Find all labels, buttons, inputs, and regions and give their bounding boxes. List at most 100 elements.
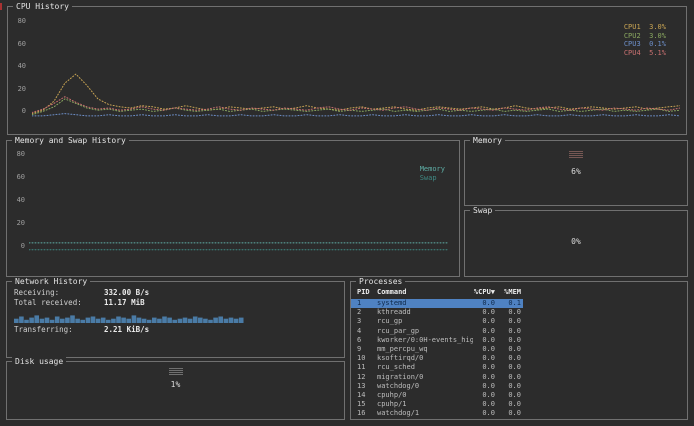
network-transferring-line: Transferring: 2.21 KiB/s bbox=[7, 325, 344, 335]
processes-panel: Processes PID Command %CPU▼ %MEM 1system… bbox=[350, 281, 688, 420]
process-pid: 2 bbox=[357, 308, 377, 317]
process-cmd: rcu_par_gp bbox=[377, 327, 473, 336]
process-rows: 1systemd0.00.12kthreadd0.00.03rcu_gp0.00… bbox=[351, 299, 687, 419]
y-axis-tick: 60 bbox=[11, 174, 25, 181]
column-header-cpu[interactable]: %CPU▼ bbox=[473, 288, 495, 297]
process-pid: 15 bbox=[357, 400, 377, 409]
cpu-history-panel: CPU History 806040200 CPU1 3.0%CPU2 3.0%… bbox=[7, 6, 687, 135]
process-cmd: kworker/0:0H-events_high bbox=[377, 336, 473, 345]
process-mem: 0.0 bbox=[495, 308, 521, 317]
column-header-pid[interactable]: PID bbox=[357, 288, 377, 297]
process-cpu: 0.0 bbox=[473, 409, 495, 418]
process-row[interactable]: 6kworker/0:0H-events_high0.00.0 bbox=[351, 336, 523, 345]
process-mem: 0.0 bbox=[495, 336, 521, 345]
memory-gauge-panel: Memory 6% bbox=[464, 140, 688, 206]
y-axis-tick: 20 bbox=[11, 220, 25, 227]
process-cpu: 0.0 bbox=[473, 373, 495, 382]
process-mem: 0.0 bbox=[495, 373, 521, 382]
processes-title: Processes bbox=[356, 277, 405, 286]
process-cpu: 0.0 bbox=[473, 299, 495, 308]
transferring-label: Transferring: bbox=[14, 325, 104, 335]
cpu-y-axis: 806040200 bbox=[12, 18, 26, 115]
y-axis-tick: 80 bbox=[12, 18, 26, 25]
y-axis-tick: 20 bbox=[12, 86, 26, 93]
screen-artifact bbox=[0, 3, 2, 10]
process-mem: 0.0 bbox=[495, 345, 521, 354]
process-mem: 0.0 bbox=[495, 354, 521, 363]
process-row[interactable]: 3rcu_gp0.00.0 bbox=[351, 317, 523, 326]
process-row[interactable]: 1systemd0.00.1 bbox=[351, 299, 523, 308]
process-pid: 4 bbox=[357, 327, 377, 336]
process-cpu: 0.0 bbox=[473, 345, 495, 354]
transferring-value: 2.21 KiB/s bbox=[104, 325, 149, 335]
process-cpu: 0.0 bbox=[473, 317, 495, 326]
network-history-title: Network History bbox=[12, 277, 90, 286]
system-monitor-screen: { "panels": { "cpu": { "title": "CPU His… bbox=[0, 0, 694, 426]
process-pid: 6 bbox=[357, 336, 377, 345]
swap-gauge-panel: Swap 0% bbox=[464, 210, 688, 277]
y-axis-tick: 80 bbox=[11, 151, 25, 158]
y-axis-tick: 0 bbox=[12, 108, 26, 115]
process-cpu: 0.0 bbox=[473, 363, 495, 372]
process-row[interactable]: 2kthreadd0.00.0 bbox=[351, 308, 523, 317]
process-row[interactable]: 15cpuhp/10.00.0 bbox=[351, 400, 523, 409]
process-row[interactable]: 14cpuhp/00.00.0 bbox=[351, 391, 523, 400]
disk-usage-panel: Disk usage 1% bbox=[6, 361, 345, 420]
process-cmd: rcu_sched bbox=[377, 363, 473, 372]
memory-gauge-value: 6% bbox=[465, 167, 687, 176]
cpu-legend: CPU1 3.0%CPU2 3.0%CPU3 0.1%CPU4 5.1% bbox=[624, 23, 666, 57]
processes-header: PID Command %CPU▼ %MEM bbox=[351, 288, 687, 297]
network-receiving-line: Receiving: 332.00 B/s bbox=[7, 288, 344, 298]
process-mem: 0.0 bbox=[495, 409, 521, 418]
process-cpu: 0.0 bbox=[473, 391, 495, 400]
process-pid: 1 bbox=[357, 299, 377, 308]
memory-swap-history-title: Memory and Swap History bbox=[12, 136, 129, 145]
process-row[interactable]: 12migration/00.00.0 bbox=[351, 373, 523, 382]
disk-mini-chart bbox=[169, 368, 182, 375]
swap-gauge-value: 0% bbox=[465, 237, 687, 246]
process-cmd: kthreadd bbox=[377, 308, 473, 317]
process-pid: 16 bbox=[357, 409, 377, 418]
cpu-legend-item: CPU2 3.0% bbox=[624, 32, 666, 41]
process-cpu: 0.0 bbox=[473, 400, 495, 409]
process-cmd: watchdog/1 bbox=[377, 409, 473, 418]
total-received-value: 11.17 MiB bbox=[104, 298, 145, 308]
column-header-command[interactable]: Command bbox=[377, 288, 473, 297]
memory-legend-item: Memory bbox=[420, 165, 445, 174]
total-received-label: Total received: bbox=[14, 298, 104, 308]
y-axis-tick: 0 bbox=[11, 243, 25, 250]
cpu-legend-item: CPU4 5.1% bbox=[624, 49, 666, 58]
memory-legend: MemorySwap bbox=[420, 165, 445, 182]
cpu-history-title: CPU History bbox=[13, 2, 72, 11]
process-cmd: watchdog/0 bbox=[377, 382, 473, 391]
process-mem: 0.0 bbox=[495, 317, 521, 326]
process-row[interactable]: 10ksoftirqd/00.00.0 bbox=[351, 354, 523, 363]
process-row[interactable]: 11rcu_sched0.00.0 bbox=[351, 363, 523, 372]
process-pid: 3 bbox=[357, 317, 377, 326]
cpu-legend-item: CPU1 3.0% bbox=[624, 23, 666, 32]
process-row[interactable]: 9mm_percpu_wq0.00.0 bbox=[351, 345, 523, 354]
network-total-received-line: Total received: 11.17 MiB bbox=[7, 298, 344, 308]
column-header-mem[interactable]: %MEM bbox=[495, 288, 521, 297]
disk-usage-value: 1% bbox=[7, 380, 344, 389]
network-receive-chart bbox=[14, 310, 244, 323]
process-pid: 14 bbox=[357, 391, 377, 400]
process-row[interactable]: 16watchdog/10.00.0 bbox=[351, 409, 523, 418]
receiving-value: 332.00 B/s bbox=[104, 288, 149, 298]
process-cmd: mm_percpu_wq bbox=[377, 345, 473, 354]
process-pid: 12 bbox=[357, 373, 377, 382]
process-cpu: 0.0 bbox=[473, 327, 495, 336]
y-axis-tick: 40 bbox=[11, 197, 25, 204]
receiving-label: Receiving: bbox=[14, 288, 104, 298]
process-row[interactable]: 13watchdog/00.00.0 bbox=[351, 382, 523, 391]
process-row[interactable]: 4rcu_par_gp0.00.0 bbox=[351, 327, 523, 336]
process-mem: 0.0 bbox=[495, 327, 521, 336]
process-cmd: cpuhp/1 bbox=[377, 400, 473, 409]
process-cpu: 0.0 bbox=[473, 336, 495, 345]
process-pid: 9 bbox=[357, 345, 377, 354]
cpu-history-chart bbox=[32, 21, 680, 117]
memory-y-axis: 80 60 40 20 0 bbox=[11, 151, 25, 250]
process-cpu: 0.0 bbox=[473, 354, 495, 363]
disk-usage-title: Disk usage bbox=[12, 357, 66, 366]
process-cpu: 0.0 bbox=[473, 382, 495, 391]
